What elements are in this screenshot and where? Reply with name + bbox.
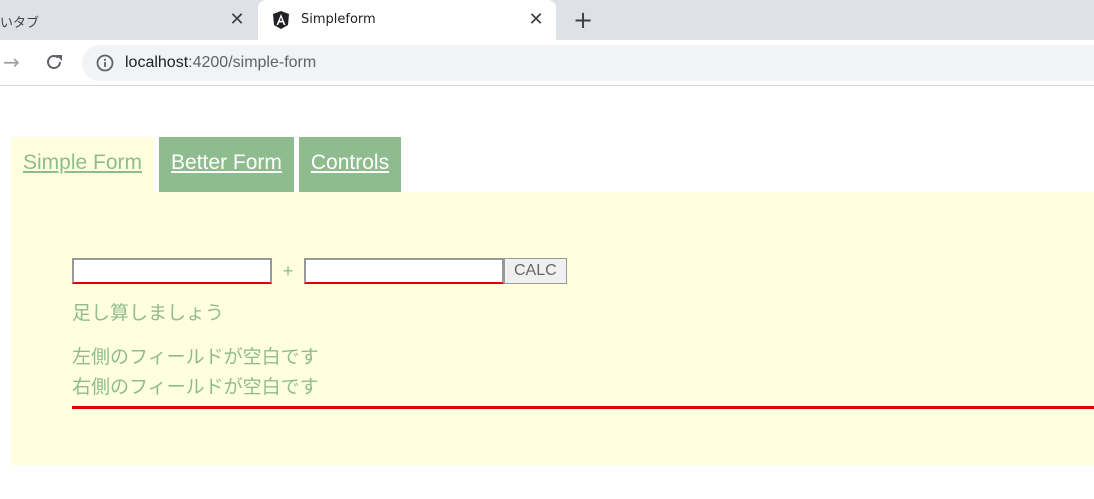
- error-list: 左側のフィールドが空白です 右側のフィールドが空白です: [72, 342, 1094, 409]
- tab-title: Simpleform: [301, 12, 376, 27]
- url-text: localhost:4200/simple-form: [125, 54, 316, 72]
- browser-tab-strip: いタブ ✕ Simpleform ✕ +: [0, 0, 1094, 40]
- plus-sign: +: [282, 260, 294, 281]
- nav-link-simple-form[interactable]: Simple Form: [11, 137, 155, 192]
- right-number-input[interactable]: [304, 258, 504, 284]
- form-panel: + CALC 足し算しましょう 左側のフィールドが空白です 右側のフィールドが空…: [11, 192, 1094, 465]
- new-tab-icon[interactable]: +: [572, 8, 594, 32]
- error-left-empty: 左側のフィールドが空白です: [72, 346, 319, 368]
- info-icon[interactable]: [96, 54, 114, 72]
- address-bar[interactable]: localhost:4200/simple-form: [82, 45, 1094, 81]
- app-nav: Simple Form Better Form Controls: [11, 137, 1094, 192]
- error-right-empty: 右側のフィールドが空白です: [72, 376, 319, 398]
- browser-toolbar: → localhost:4200/simple-form: [0, 40, 1094, 86]
- angular-logo-icon: [273, 11, 289, 29]
- reload-icon[interactable]: [43, 51, 65, 73]
- browser-tab-inactive[interactable]: いタブ ✕: [0, 0, 258, 40]
- close-icon[interactable]: ✕: [227, 10, 247, 30]
- app-root: Simple Form Better Form Controls + CALC …: [11, 137, 1094, 465]
- tab-title: いタブ: [0, 16, 40, 31]
- nav-link-better-form[interactable]: Better Form: [159, 137, 294, 192]
- close-icon[interactable]: ✕: [526, 10, 546, 30]
- nav-link-controls[interactable]: Controls: [298, 137, 402, 192]
- browser-tab-active[interactable]: Simpleform ✕: [258, 0, 556, 40]
- url-host: localhost: [125, 54, 189, 71]
- hint-text: 足し算しましょう: [72, 302, 225, 324]
- calc-button[interactable]: CALC: [504, 258, 567, 284]
- left-number-input[interactable]: [72, 258, 272, 284]
- url-path: :4200/simple-form: [188, 54, 317, 71]
- forward-arrow-icon[interactable]: →: [3, 51, 25, 73]
- calc-row: + CALC: [72, 258, 567, 284]
